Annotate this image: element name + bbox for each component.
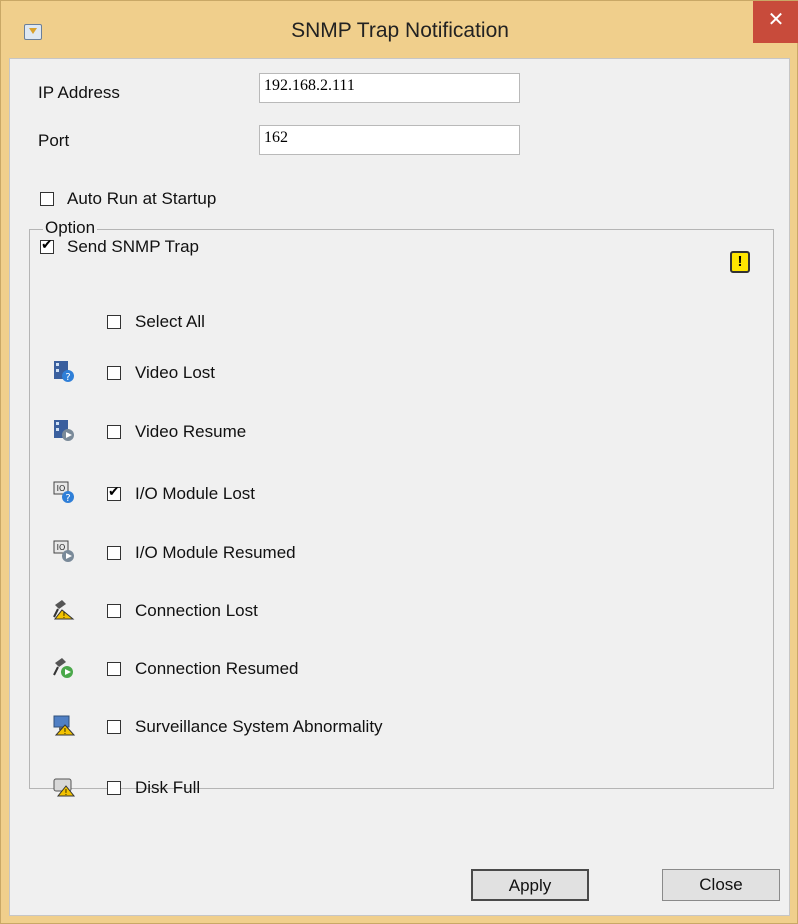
system-abnormality-checkbox[interactable]	[107, 720, 121, 734]
auto-run-checkbox[interactable]	[40, 192, 54, 206]
option-group-title: Option	[43, 218, 98, 238]
video-resume-checkbox[interactable]	[107, 425, 121, 439]
select-all-checkbox[interactable]	[107, 315, 121, 329]
video-lost-checkbox[interactable]	[107, 366, 121, 380]
io-module-lost-checkbox[interactable]	[107, 484, 121, 501]
window-close-button[interactable]: ✕	[753, 1, 798, 43]
connection-resumed-label: Connection Resumed	[135, 659, 299, 678]
io-module-resumed-icon: IO	[52, 539, 76, 563]
connection-resumed-icon	[52, 655, 76, 679]
ip-address-field[interactable]: 192.168.2.111	[259, 73, 520, 103]
alert-icon: !	[730, 251, 750, 273]
disk-full-checkbox[interactable]	[107, 781, 121, 795]
select-all-label: Select All	[135, 312, 205, 331]
disk-full-icon: !	[52, 774, 76, 798]
dialog-frame: SNMP Trap Notification ✕ IP Address 192.…	[0, 0, 798, 924]
port-label: Port	[38, 131, 70, 150]
svg-text:!: !	[62, 611, 65, 620]
port-field[interactable]: 162	[259, 125, 520, 155]
svg-text:!: !	[63, 727, 66, 736]
auto-run-label: Auto Run at Startup	[67, 189, 217, 208]
system-abnormality-label: Surveillance System Abnormality	[135, 717, 383, 736]
connection-lost-checkbox[interactable]	[107, 604, 121, 618]
video-resume-label: Video Resume	[135, 422, 247, 441]
io-module-lost-label: I/O Module Lost	[135, 484, 256, 503]
close-button[interactable]: Close	[662, 869, 780, 901]
svg-text:IO: IO	[57, 543, 66, 552]
connection-resumed-checkbox[interactable]	[107, 662, 121, 676]
video-lost-label: Video Lost	[135, 363, 216, 382]
disk-full-label: Disk Full	[135, 778, 201, 797]
ip-address-label: IP Address	[38, 83, 120, 102]
video-resume-icon	[52, 418, 76, 442]
connection-lost-label: Connection Lost	[135, 601, 258, 620]
system-abnormality-icon: !	[52, 713, 76, 737]
title-bar: SNMP Trap Notification ✕	[1, 1, 798, 63]
connection-lost-icon: !	[52, 597, 76, 621]
io-module-resumed-checkbox[interactable]	[107, 546, 121, 560]
svg-text:?: ?	[65, 372, 70, 383]
apply-button[interactable]: Apply	[471, 869, 589, 901]
video-lost-icon: ?	[52, 359, 76, 383]
svg-text:?: ?	[65, 493, 70, 504]
window-title: SNMP Trap Notification	[291, 19, 509, 42]
io-module-lost-icon: IO?	[52, 480, 76, 504]
io-module-resumed-label: I/O Module Resumed	[135, 543, 296, 562]
svg-text:IO: IO	[57, 484, 66, 493]
svg-text:!: !	[64, 788, 67, 797]
